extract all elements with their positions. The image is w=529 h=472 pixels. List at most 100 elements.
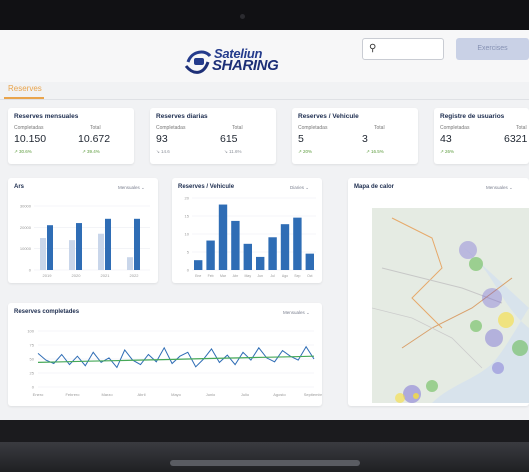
kpi-title: Registre de usuarios bbox=[440, 113, 505, 120]
y-tick-label: 0 bbox=[32, 385, 35, 390]
x-tick-label: 2019 bbox=[43, 273, 53, 278]
bar bbox=[243, 243, 252, 270]
y-tick-label: 0 bbox=[29, 268, 32, 273]
vehicle-bar-chart: 0 5 10 15 20 Ene Feb Mar Abr May Jun Jul Ago Sep Oct bbox=[185, 196, 316, 278]
kpi-sub-label: Total bbox=[516, 125, 527, 131]
kpi-delta: ↘ 11.6% bbox=[224, 149, 242, 154]
bar bbox=[280, 224, 290, 270]
x-tick-label: Junio bbox=[206, 392, 216, 397]
kpi-card: Registre de usuarios Completadas Total 43 63… bbox=[434, 108, 529, 164]
laptop-bezel-top bbox=[0, 0, 529, 30]
kpi-sub-label: Completadas bbox=[440, 125, 470, 131]
bar bbox=[231, 220, 240, 270]
exercises-button[interactable]: Exercises bbox=[456, 38, 529, 60]
kpi-card: Reserves / Vehicule Completadas Total 5 3 ↗ 2… bbox=[292, 108, 418, 164]
x-tick-label: 2020 bbox=[72, 273, 82, 278]
x-tick-label: 2021 bbox=[101, 273, 111, 278]
tab-divider bbox=[0, 99, 529, 100]
kpi-sub-label: Total bbox=[232, 125, 243, 131]
bar bbox=[218, 204, 228, 270]
bar bbox=[134, 218, 140, 270]
kpi-delta: ↘ 14.6 bbox=[156, 149, 170, 154]
year-bar-chart: 0 10000 20000 30000 2019 2020 2021 2022 bbox=[20, 204, 150, 278]
y-tick-label: 30000 bbox=[20, 204, 32, 209]
x-tick-label: Mayo bbox=[171, 392, 182, 397]
kpi-value: 10.150 bbox=[14, 133, 47, 145]
kpi-delta: ↗ 26% bbox=[440, 149, 455, 154]
header: Sateliun SHARING ⚲ Exercises bbox=[0, 30, 529, 82]
panel-title: Mapa de calor bbox=[354, 184, 395, 190]
vehicle-bar-panel: Reserves / Vehicule Diaries ⌄ 0 5 10 15 20 En… bbox=[172, 178, 322, 283]
x-tick-label: Sep bbox=[294, 274, 300, 278]
y-tick-label: 20 bbox=[185, 196, 190, 201]
x-tick-label: Mar bbox=[220, 274, 227, 278]
y-tick-label: 75 bbox=[30, 343, 35, 348]
kpi-value: 6321 bbox=[504, 133, 528, 145]
y-tick-label: 100 bbox=[27, 329, 34, 334]
kpi-sub-label: Completadas bbox=[156, 125, 186, 131]
bar bbox=[194, 260, 203, 270]
kpi-delta: ↗ 20% bbox=[298, 149, 313, 154]
logo-word2: SHARING bbox=[212, 57, 279, 74]
bar bbox=[98, 233, 104, 270]
bar bbox=[305, 253, 314, 270]
y-tick-label: 20000 bbox=[20, 225, 32, 230]
kpi-value: 10.672 bbox=[78, 133, 111, 145]
y-tick-label: 50 bbox=[30, 357, 35, 362]
search-icon: ⚲ bbox=[369, 43, 377, 54]
x-tick-label: Abril bbox=[137, 392, 145, 397]
x-tick-label: Oct bbox=[307, 274, 312, 278]
x-tick-label: Marzo bbox=[101, 392, 113, 397]
x-tick-label: Julio bbox=[241, 392, 250, 397]
search-input[interactable]: ⚲ bbox=[362, 38, 444, 60]
x-tick-label: Febrero bbox=[65, 392, 80, 397]
kpi-card: Reserves mensuales Completadas Total 10.150… bbox=[8, 108, 134, 164]
year-bar-panel: Ars Mensuales ⌄ 0 10000 20000 30000 2019 2020… bbox=[8, 178, 158, 283]
y-tick-label: 15 bbox=[185, 214, 190, 219]
kpi-sub-label: Completadas bbox=[14, 125, 44, 131]
completed-line-chart: 0 25 50 75 100 Enero Febrero Marzo Abril Mayo Juni… bbox=[27, 329, 322, 398]
bar bbox=[105, 218, 111, 270]
kpi-sub-label: Total bbox=[374, 125, 385, 131]
y-tick-label: 10000 bbox=[20, 246, 32, 251]
x-tick-label: Enero bbox=[33, 392, 44, 397]
kpi-title: Reserves diarias bbox=[156, 113, 208, 120]
bar bbox=[76, 223, 82, 270]
bar bbox=[268, 237, 277, 270]
x-tick-label: Septiembre bbox=[304, 392, 322, 397]
kpi-delta: ↗ 16.5% bbox=[366, 149, 384, 154]
bar bbox=[127, 257, 133, 270]
y-tick-label: 25 bbox=[30, 371, 35, 376]
y-tick-label: 5 bbox=[187, 250, 190, 255]
laptop-bezel-bottom bbox=[0, 420, 529, 442]
y-tick-label: 0 bbox=[187, 268, 190, 273]
kpi-value: 615 bbox=[220, 133, 238, 145]
x-tick-label: May bbox=[244, 274, 251, 278]
bar bbox=[256, 256, 265, 270]
logo-mark-icon bbox=[184, 50, 212, 74]
kpi-card: Reserves diarias Completadas Total 93 615 ↘ 1… bbox=[150, 108, 276, 164]
logo[interactable]: Sateliun SHARING bbox=[184, 44, 306, 78]
dashboard-screen: Sateliun SHARING ⚲ Exercises Reserves Re… bbox=[0, 30, 529, 420]
x-tick-label: Jul bbox=[270, 274, 275, 278]
heatmap-panel: Mapa de calor Mensuales ⌄ bbox=[348, 178, 529, 406]
heatmap-map[interactable] bbox=[372, 208, 529, 403]
camera bbox=[240, 14, 245, 19]
x-tick-label: Ago bbox=[282, 274, 288, 278]
x-tick-label: Abr bbox=[233, 274, 239, 278]
bar bbox=[293, 217, 302, 270]
kpi-sub-label: Total bbox=[90, 125, 101, 131]
x-tick-label: Ene bbox=[195, 274, 201, 278]
tab-reserves[interactable]: Reserves bbox=[8, 84, 42, 93]
kpi-delta: ↗ 30.6% bbox=[14, 149, 32, 154]
kpi-title: Reserves mensuales bbox=[14, 113, 79, 120]
bar bbox=[206, 240, 215, 270]
bar bbox=[40, 238, 46, 270]
x-tick-label: 2022 bbox=[130, 273, 140, 278]
x-tick-label: Jun bbox=[257, 274, 263, 278]
kpi-value: 3 bbox=[362, 133, 368, 145]
kpi-sub-label: Completadas bbox=[298, 125, 328, 131]
x-tick-label: Agosto bbox=[273, 392, 286, 397]
x-tick-label: Feb bbox=[208, 274, 214, 278]
period-select[interactable]: Mensuales ⌄ bbox=[486, 185, 513, 191]
